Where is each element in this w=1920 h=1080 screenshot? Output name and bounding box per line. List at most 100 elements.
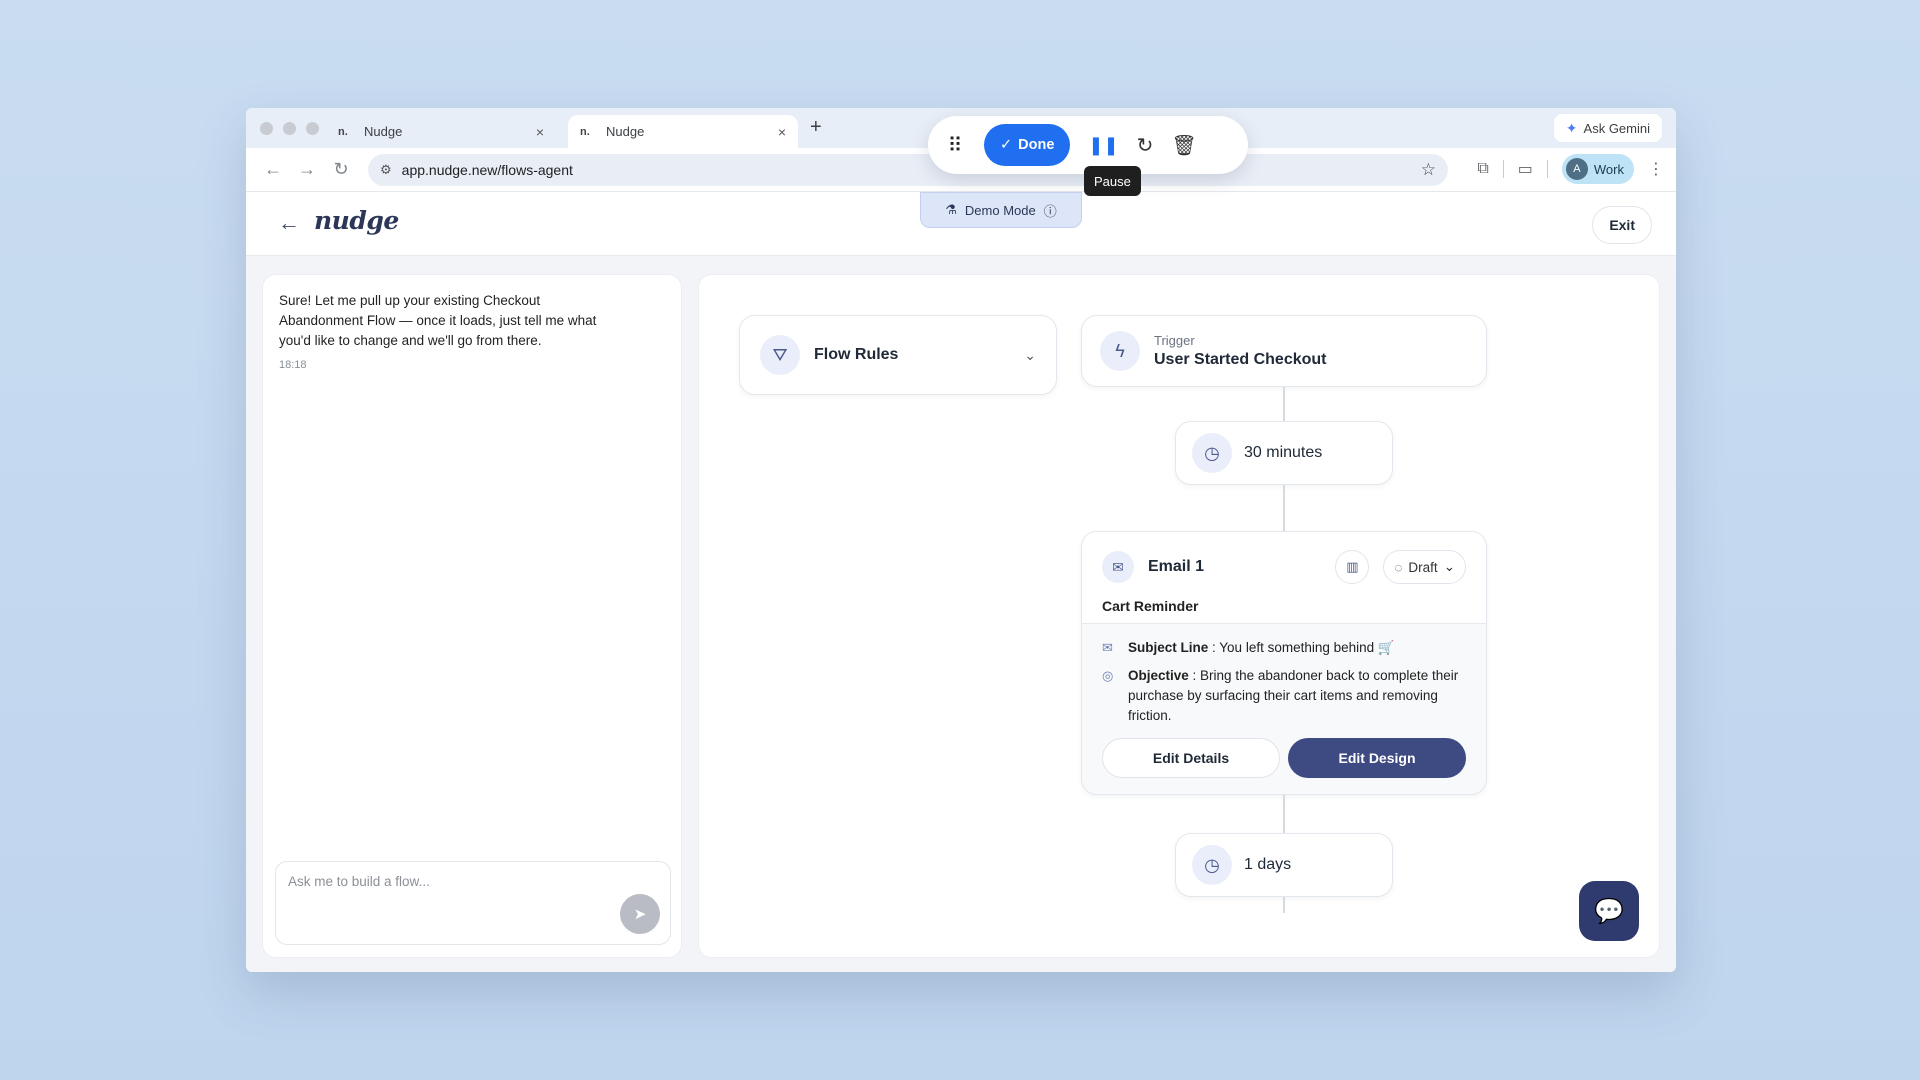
tab-close-icon[interactable]: × (778, 124, 786, 140)
tab-close-icon[interactable]: × (536, 124, 544, 140)
send-button[interactable]: ➤ (620, 894, 660, 934)
subject-key: Subject Line (1128, 640, 1209, 655)
toolbar-divider (1546, 160, 1548, 178)
chevron-down-icon: ⌄ (1443, 559, 1455, 574)
flow-canvas: ⛛ Flow Rules ⌄ ϟ Trigger User Started Ch… (698, 274, 1660, 958)
filter-icon: ⛛ (760, 335, 800, 375)
subject-value: You left something behind 🛒 (1219, 640, 1395, 655)
objective-row: ◎ Objective : Bring the abandoner back t… (1102, 666, 1466, 726)
address-bar[interactable]: ⚙ app.nudge.new/flows-agent ☆ (368, 154, 1448, 186)
chat-panel: Sure! Let me pull up your existing Check… (262, 274, 682, 958)
target-icon: ◎ (1102, 668, 1114, 683)
flask-icon: ⚗ (945, 202, 957, 217)
window-controls (260, 122, 319, 135)
tab-title: Nudge (606, 124, 645, 139)
mail-icon: ✉ (1102, 640, 1113, 655)
extensions-icon[interactable]: ⧉ (1477, 160, 1488, 178)
browser-window: n. Nudge × n. Nudge × + ✦ Ask Gemini ← →… (246, 108, 1676, 972)
bookmark-star-icon[interactable]: ☆ (1421, 160, 1436, 180)
close-window-button[interactable] (260, 122, 273, 135)
edit-design-button[interactable]: Edit Design (1288, 738, 1466, 778)
back-arrow-icon[interactable]: ← (278, 210, 300, 236)
ask-gemini-button[interactable]: ✦ Ask Gemini (1553, 114, 1662, 142)
send-icon: ➤ (633, 906, 647, 923)
email-title-row: ✉ Email 1 ▥ ◌ Draft ⌄ (1102, 550, 1466, 584)
demo-mode-label: Demo Mode (964, 202, 1036, 218)
nudge-favicon-icon: n. (580, 125, 590, 138)
assistant-message: Sure! Let me pull up your existing Check… (279, 293, 597, 348)
more-menu-icon[interactable]: ⋮ (1648, 159, 1664, 179)
flow-rules-label: Flow Rules (814, 346, 899, 363)
info-icon[interactable]: ⓘ (1044, 201, 1057, 220)
clock-icon: ◷ (1192, 433, 1232, 473)
delay-node-1[interactable]: ◷ 30 minutes (1175, 421, 1393, 485)
done-label: Done (1018, 137, 1055, 153)
email-header: ✉ Email 1 ▥ ◌ Draft ⌄ Cart Reminder (1082, 532, 1486, 624)
chat-assistant-button[interactable]: 💬 (1579, 881, 1639, 941)
pause-icon[interactable]: ❚❚ (1088, 135, 1118, 156)
chat-input-box[interactable]: ➤ (275, 861, 671, 945)
clock-icon: ◷ (1192, 845, 1232, 885)
pause-tooltip: Pause (1084, 166, 1141, 196)
email-actions: Edit Details Edit Design (1102, 738, 1466, 778)
email-details: ✉ Subject Line : You left something behi… (1082, 624, 1486, 726)
status-circle-icon: ◌ (1394, 559, 1403, 575)
reload-icon[interactable]: ↻ (324, 159, 358, 180)
trigger-label: Trigger (1154, 333, 1195, 348)
chat-bubble-icon: 💬 (1594, 897, 1624, 925)
analytics-button[interactable]: ▥ (1335, 550, 1370, 584)
trigger-node[interactable]: ϟ Trigger User Started Checkout (1081, 315, 1487, 387)
email-subtitle: Cart Reminder (1102, 598, 1199, 614)
profile-label: Work (1593, 161, 1624, 177)
site-settings-icon[interactable]: ⚙ (380, 162, 392, 178)
bar-chart-icon: ▥ (1346, 559, 1359, 574)
delay-label: 30 minutes (1244, 444, 1323, 461)
delay-node-2[interactable]: ◷ 1 days (1175, 833, 1393, 897)
exit-button[interactable]: Exit (1592, 206, 1652, 244)
status-dropdown[interactable]: ◌ Draft ⌄ (1383, 550, 1466, 584)
app-root: ← nudge Exit Sure! Let me pull up your e… (246, 192, 1676, 972)
check-icon: ✓ (1000, 137, 1013, 153)
delay-label: 1 days (1244, 856, 1292, 873)
nudge-favicon-icon: n. (338, 125, 348, 138)
trash-icon[interactable]: 🗑 (1171, 133, 1196, 158)
toolbar-divider (1502, 160, 1504, 178)
tab-title: Nudge (364, 124, 403, 139)
email-title: Email 1 (1148, 558, 1205, 575)
browser-tab-2[interactable]: n. Nudge × (568, 115, 798, 148)
cast-icon[interactable]: ▭ (1518, 159, 1533, 179)
lightning-icon: ϟ (1100, 331, 1140, 371)
flow-connector (1283, 795, 1285, 833)
objective-key: Objective (1128, 668, 1189, 683)
ask-gemini-label: Ask Gemini (1583, 120, 1650, 136)
browser-tab-1[interactable]: n. Nudge × (326, 115, 556, 148)
toolbar-right: ⧉ ▭ A Work ⋮ (1477, 154, 1664, 184)
chat-input[interactable] (288, 874, 588, 889)
flow-connector (1283, 387, 1285, 421)
demo-mode-badge: ⚗ Demo Mode ⓘ (920, 192, 1082, 228)
trigger-name: User Started Checkout (1154, 351, 1327, 368)
back-arrow-icon[interactable]: ← (256, 159, 290, 180)
done-button[interactable]: ✓ Done (984, 124, 1071, 166)
mail-icon: ✉ (1102, 551, 1134, 583)
edit-details-button[interactable]: Edit Details (1102, 738, 1280, 778)
flow-connector (1283, 897, 1285, 913)
restart-icon[interactable]: ↻ (1137, 133, 1154, 158)
sparkle-icon: ✦ (1565, 119, 1578, 136)
nudge-logo: nudge (314, 206, 399, 235)
chevron-down-icon: ⌄ (1024, 346, 1036, 363)
profile-button[interactable]: A Work (1561, 154, 1634, 184)
forward-arrow-icon[interactable]: → (290, 159, 324, 180)
minimize-window-button[interactable] (283, 122, 296, 135)
email-node[interactable]: ✉ Email 1 ▥ ◌ Draft ⌄ Cart Reminder ✉ Su… (1081, 531, 1487, 795)
message-timestamp: 18:18 (279, 359, 307, 371)
subject-line-row: ✉ Subject Line : You left something behi… (1102, 638, 1466, 658)
maximize-window-button[interactable] (306, 122, 319, 135)
status-label: Draft (1408, 559, 1438, 575)
flow-connector (1283, 485, 1285, 531)
url-text: app.nudge.new/flows-agent (401, 162, 573, 178)
drag-handle-icon[interactable]: ⠿ (942, 133, 966, 158)
flow-rules-dropdown[interactable]: ⛛ Flow Rules ⌄ (739, 315, 1057, 395)
avatar: A (1565, 158, 1588, 180)
new-tab-button[interactable]: + (810, 116, 822, 139)
